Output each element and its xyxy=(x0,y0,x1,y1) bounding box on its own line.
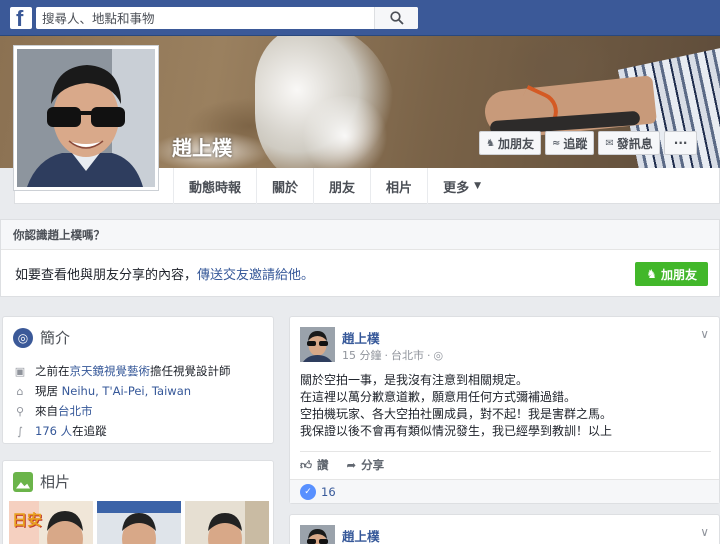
intro-from-link[interactable]: 台北市 xyxy=(58,404,93,418)
share-button[interactable]: ➦ 分享 xyxy=(347,457,385,473)
cover-action-buttons: ♞ 加朋友 ≈ 追蹤 ✉ 發訊息 ··· xyxy=(479,131,698,155)
profile-photo xyxy=(17,49,155,187)
add-friend-icon: ♞ xyxy=(646,267,657,281)
know-card-prefix: 如要查看他與朋友分享的內容， xyxy=(15,268,198,283)
work-icon: ▣ xyxy=(14,364,26,378)
avatar[interactable] xyxy=(300,525,335,544)
message-button[interactable]: ✉ 發訊息 xyxy=(598,131,660,155)
photos-header: 相片 xyxy=(13,471,70,492)
photos-title: 相片 xyxy=(40,473,71,491)
tab-more-label: 更多 xyxy=(443,180,470,196)
thumb-overlay-text: 日安 xyxy=(12,511,43,529)
follow-label: 追蹤 xyxy=(563,136,588,151)
like-button[interactable]: 👍︎ 讚 xyxy=(300,457,329,473)
separator-dot: · xyxy=(384,348,389,362)
intro-row-home: ⌂ 現居 Neihu, T'Ai-Pei, Taiwan xyxy=(13,383,192,399)
timeline-post: 趙上樸 15 分鐘 · 台北市 · ◎ ∨ 關於空拍一事，是我沒有注意到相關規定… xyxy=(289,316,720,504)
avatar-image xyxy=(300,525,335,544)
separator-dot: · xyxy=(427,348,431,362)
chevron-down-icon[interactable]: ∨ xyxy=(700,525,709,539)
avatar[interactable] xyxy=(300,327,335,362)
thumbnail-image xyxy=(185,501,269,544)
follow-icon: ≈ xyxy=(551,137,561,149)
know-this-person-card: 你認識趙上樸嗎？ 如要查看他與朋友分享的內容，傳送交友邀請給他。 ♞ 加朋友 xyxy=(0,219,720,297)
intro-row-work: ▣ 之前在京天鏡視覺藝術擔任視覺設計師 xyxy=(13,363,231,379)
follow-button[interactable]: ≈ 追蹤 xyxy=(544,131,595,155)
intro-header: ◎ 簡介 xyxy=(13,327,70,348)
followers-suffix: 在追蹤 xyxy=(72,424,107,438)
rss-icon: ∫ xyxy=(17,424,23,438)
logo-letter: f xyxy=(16,6,24,31)
timeline-post-2: 趙上樸 ∨ xyxy=(289,514,720,544)
tab-about[interactable]: 關於 xyxy=(256,168,313,204)
wave-foam xyxy=(300,96,390,168)
intro-work-prefix: 之前在 xyxy=(35,364,70,378)
intro-work-link[interactable]: 京天鏡視覺藝術 xyxy=(70,364,151,378)
post-body: 關於空拍一事，是我沒有注意到相關規定。 在這裡以萬分歉意道歉，願意用任何方式彌補… xyxy=(300,373,613,438)
intro-card: ◎ 簡介 ▣ 之前在京天鏡視覺藝術擔任視覺設計師 ⌂ 現居 Neihu, T'A… xyxy=(2,316,274,444)
post-actions: 👍︎ 讚 ➦ 分享 xyxy=(300,451,711,473)
intro-home-prefix: 現居 xyxy=(35,384,62,398)
search-input[interactable] xyxy=(42,9,362,27)
post-author-link[interactable]: 趙上樸 xyxy=(342,328,380,347)
intro-title: 簡介 xyxy=(40,329,71,347)
photo-icon xyxy=(13,471,33,492)
post-author-link[interactable]: 趙上樸 xyxy=(342,526,380,544)
message-label: 發訊息 xyxy=(616,136,653,151)
followers-count-link[interactable]: 176 人 xyxy=(35,424,72,438)
intro-from-prefix: 來自 xyxy=(35,404,58,418)
facebook-logo-icon[interactable]: f xyxy=(10,6,32,31)
search-box xyxy=(36,7,418,29)
post-location[interactable]: 台北市 xyxy=(391,347,424,363)
post-likes-bar[interactable]: ✓ 16 xyxy=(290,479,719,503)
search-button[interactable] xyxy=(374,7,418,29)
add-friend-green-button[interactable]: ♞ 加朋友 xyxy=(635,262,708,286)
photo-thumbnail[interactable]: 日安 xyxy=(9,501,93,544)
post-timestamp[interactable]: 15 分鐘 xyxy=(342,347,382,363)
add-friend-green-label: 加朋友 xyxy=(660,267,697,282)
photo-thumbnail[interactable] xyxy=(97,501,181,544)
search-icon xyxy=(390,11,404,25)
share-icon: ➦ xyxy=(346,458,357,472)
tab-photos[interactable]: 相片 xyxy=(370,168,427,204)
message-icon: ✉ xyxy=(605,137,614,149)
post-meta: 15 分鐘 · 台北市 · ◎ xyxy=(342,347,443,363)
profile-name[interactable]: 趙上樸 xyxy=(172,132,232,161)
know-card-title: 你認識趙上樸嗎？ xyxy=(1,220,719,250)
profile-picture[interactable] xyxy=(13,45,159,191)
tab-timeline[interactable]: 動態時報 xyxy=(173,168,256,204)
caret-down-icon: ▼ xyxy=(474,181,481,191)
tab-friends[interactable]: 朋友 xyxy=(313,168,370,204)
send-request-link[interactable]: 傳送交友邀請給他。 xyxy=(197,268,314,283)
avatar-image xyxy=(300,327,335,362)
tab-more[interactable]: 更多 ▼ xyxy=(427,168,496,204)
add-friend-icon: ♞ xyxy=(486,137,495,149)
top-navigation-bar: f xyxy=(0,0,720,36)
intro-home-link[interactable]: Neihu, T'Ai-Pei, Taiwan xyxy=(62,384,191,398)
more-button[interactable]: ··· xyxy=(663,131,698,155)
share-label: 分享 xyxy=(361,458,385,472)
add-friend-button[interactable]: ♞ 加朋友 xyxy=(479,131,541,155)
photo-thumbnail[interactable] xyxy=(185,501,269,544)
privacy-globe-icon: ◎ xyxy=(433,348,444,362)
like-count: 16 xyxy=(321,484,336,499)
home-icon: ⌂ xyxy=(16,384,24,398)
add-friend-label: 加朋友 xyxy=(497,136,534,151)
intro-work-suffix: 擔任視覺設計師 xyxy=(150,364,231,378)
intro-row-from: ⚲ 來自台北市 xyxy=(13,403,93,419)
thumbnail-image xyxy=(97,501,181,544)
globe-icon: ◎ xyxy=(13,327,33,348)
chevron-down-icon[interactable]: ∨ xyxy=(700,327,709,341)
more-icon: ··· xyxy=(673,136,688,150)
know-card-text: 如要查看他與朋友分享的內容，傳送交友邀請給他。 xyxy=(15,264,314,283)
like-label: 讚 xyxy=(317,458,329,472)
man-with-sunglasses-portrait xyxy=(17,49,155,187)
thumbs-up-icon: 👍︎ xyxy=(300,457,313,472)
photos-card: 相片 日安 xyxy=(2,460,274,544)
intro-row-followers: ∫ 176 人在追蹤 xyxy=(13,423,107,439)
like-reaction-icon: ✓ xyxy=(300,483,316,500)
location-icon: ⚲ xyxy=(15,404,25,418)
